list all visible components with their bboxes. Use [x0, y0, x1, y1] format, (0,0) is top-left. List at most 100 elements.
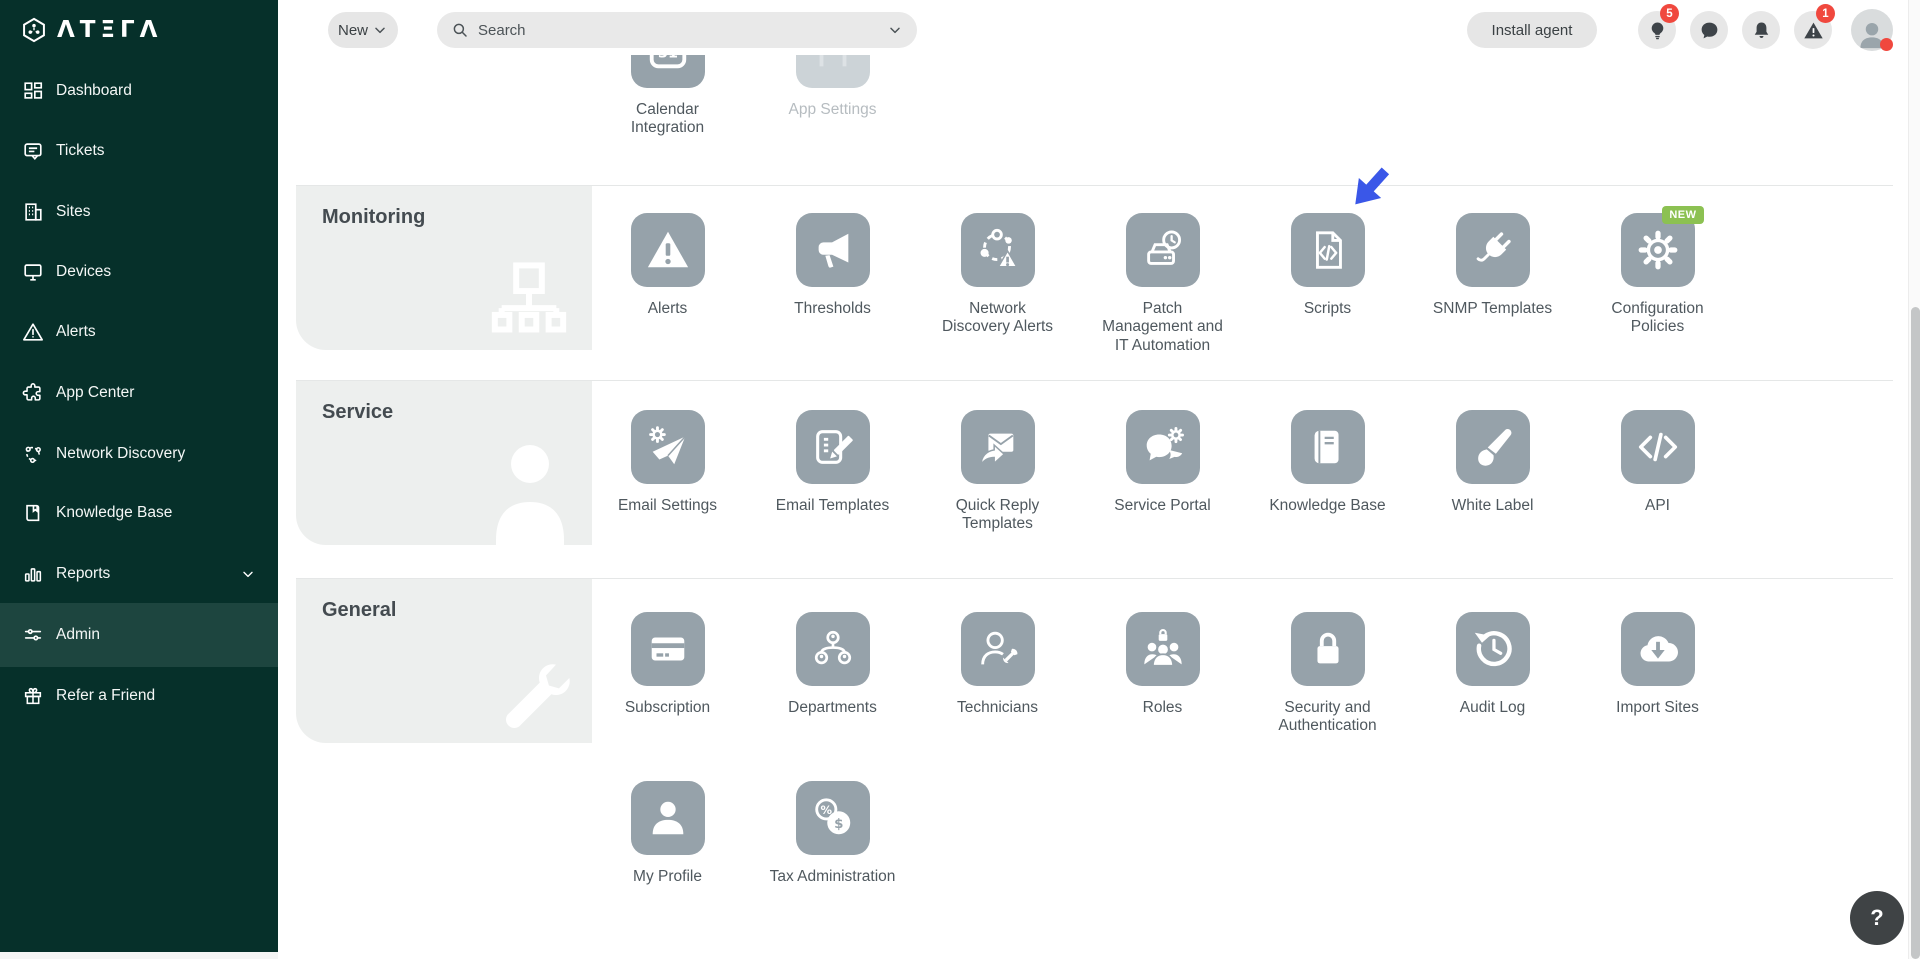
chat-gear-icon — [1140, 424, 1186, 470]
admin-tile-import-sites[interactable]: Import Sites — [1575, 612, 1740, 736]
padlock-icon — [1305, 626, 1351, 672]
sidebar-item-admin[interactable]: Admin — [0, 618, 278, 652]
admin-tile-calendar-integration[interactable]: 31 Calendar Integration — [585, 55, 750, 138]
search-bar[interactable] — [437, 12, 917, 48]
gift-icon — [22, 685, 44, 707]
general-row-2: My Profile %$ Tax Administration — [585, 781, 915, 886]
sidebar-item-knowledge-base[interactable]: Knowledge Base — [0, 496, 278, 530]
tickets-icon — [22, 140, 44, 162]
wrench-watermark-icon — [496, 658, 576, 743]
admin-tile-alerts[interactable]: Alerts — [585, 213, 750, 355]
new-button[interactable]: New — [328, 12, 398, 48]
admin-tile-email-settings[interactable]: Email Settings — [585, 410, 750, 534]
admin-tile-configuration-policies[interactable]: NEW Configuration Policies — [1575, 213, 1740, 355]
install-agent-button[interactable]: Install agent — [1467, 12, 1597, 48]
atera-logo[interactable]: ΛTΞΓΛ — [20, 16, 162, 44]
lightbulb-icon — [1647, 20, 1668, 41]
admin-tile-roles[interactable]: Roles — [1080, 612, 1245, 736]
admin-tile-network-discovery-alerts[interactable]: Network Discovery Alerts — [915, 213, 1080, 355]
app-settings-icon — [810, 55, 856, 74]
new-badge: NEW — [1662, 206, 1703, 224]
integrations-partial-row: 31 Calendar Integration App Settings — [585, 55, 915, 138]
cloud-download-icon — [1635, 626, 1681, 672]
sidebar-item-app-center[interactable]: App Center — [0, 376, 278, 410]
sites-icon — [22, 201, 44, 223]
monitoring-section-box: Monitoring — [296, 186, 592, 350]
sidebar-item-network-discovery[interactable]: Network Discovery — [0, 437, 278, 471]
vertical-scrollbar-track[interactable] — [1908, 0, 1920, 959]
code-brackets-icon — [1635, 424, 1681, 470]
admin-tile-security-authentication[interactable]: Security and Authentication — [1245, 612, 1410, 736]
sidebar-item-devices[interactable]: Devices — [0, 255, 278, 289]
admin-tile-email-templates[interactable]: Email Templates — [750, 410, 915, 534]
sidebar-item-tickets[interactable]: Tickets — [0, 134, 278, 168]
person-watermark-icon — [494, 438, 566, 545]
atera-admin-screen: ΛTΞΓΛ Dashboard Tickets Sites Devices Al… — [0, 0, 1920, 959]
chat-bubble-icon — [1699, 20, 1720, 41]
network-icon — [22, 443, 44, 465]
critical-alerts-badge: 1 — [1816, 4, 1835, 23]
sidebar-bottom-scroll-strip — [0, 952, 278, 959]
puzzle-icon — [22, 382, 44, 404]
sidebar-item-dashboard[interactable]: Dashboard — [0, 74, 278, 108]
chat-button[interactable] — [1690, 11, 1728, 49]
admin-tile-technicians[interactable]: Technicians — [915, 612, 1080, 736]
search-input[interactable] — [478, 22, 887, 39]
admin-tile-service-portal[interactable]: Service Portal — [1080, 410, 1245, 534]
bell-icon — [1751, 20, 1772, 41]
admin-tile-knowledge-base[interactable]: Knowledge Base — [1245, 410, 1410, 534]
admin-tile-thresholds[interactable]: Thresholds — [750, 213, 915, 355]
service-row: Email Settings Email Templates Quick Rep… — [585, 410, 1740, 534]
sidebar-item-sites[interactable]: Sites — [0, 195, 278, 229]
vertical-scrollbar-thumb[interactable] — [1911, 307, 1920, 959]
admin-tile-quick-reply-templates[interactable]: Quick Reply Templates — [915, 410, 1080, 534]
org-chart-icon — [810, 626, 856, 672]
credit-card-icon — [645, 626, 691, 672]
sidebar: ΛTΞΓΛ Dashboard Tickets Sites Devices Al… — [0, 0, 278, 952]
person-icon — [645, 795, 691, 841]
general-section-box: General — [296, 579, 592, 743]
devices-icon — [22, 261, 44, 283]
admin-tile-api[interactable]: API — [1575, 410, 1740, 534]
pointer-arrow-annotation — [1346, 164, 1394, 212]
chevron-down-icon — [240, 566, 256, 582]
book-icon — [22, 502, 44, 524]
chevron-down-icon — [372, 22, 388, 38]
admin-tile-scripts[interactable]: Scripts — [1245, 213, 1410, 355]
general-section-title: General — [322, 599, 396, 622]
admin-tile-departments[interactable]: Departments — [750, 612, 915, 736]
general-row-1: Subscription Departments Technicians Rol… — [585, 612, 1740, 736]
paper-plane-gear-icon — [645, 424, 691, 470]
network-alert-icon — [975, 227, 1021, 273]
megaphone-icon — [810, 227, 856, 273]
warning-triangle-icon — [1803, 20, 1824, 41]
code-document-icon — [1305, 227, 1351, 273]
monitoring-row: Alerts Thresholds Network Discovery Aler… — [585, 213, 1740, 355]
help-button[interactable]: ? — [1850, 891, 1904, 945]
plug-icon — [1470, 227, 1516, 273]
alert-triangle-icon — [645, 227, 691, 273]
envelope-reply-icon — [975, 424, 1021, 470]
sidebar-item-refer-a-friend[interactable]: Refer a Friend — [0, 679, 278, 713]
admin-tile-subscription[interactable]: Subscription — [585, 612, 750, 736]
paintbrush-icon — [1470, 424, 1516, 470]
service-section-box: Service — [296, 381, 592, 545]
topbar: New Install agent 5 1 — [278, 0, 1908, 55]
server-clock-icon — [1140, 227, 1186, 273]
sidebar-item-reports[interactable]: Reports — [0, 557, 278, 591]
ideas-badge: 5 — [1660, 4, 1679, 23]
chevron-down-icon[interactable] — [887, 22, 903, 38]
admin-tile-patch-management[interactable]: Patch Management and IT Automation — [1080, 213, 1245, 355]
history-clock-icon — [1470, 626, 1516, 672]
sidebar-item-alerts[interactable]: Alerts — [0, 315, 278, 349]
sitemap-watermark-icon — [488, 262, 570, 342]
admin-tile-snmp-templates[interactable]: SNMP Templates — [1410, 213, 1575, 355]
notifications-button[interactable] — [1742, 11, 1780, 49]
admin-tile-white-label[interactable]: White Label — [1410, 410, 1575, 534]
calendar-icon: 31 — [645, 55, 691, 74]
svg-text:$: $ — [834, 817, 843, 832]
admin-tile-audit-log[interactable]: Audit Log — [1410, 612, 1575, 736]
admin-tile-my-profile[interactable]: My Profile — [585, 781, 750, 886]
sliders-icon — [22, 624, 44, 646]
admin-tile-tax-administration[interactable]: %$ Tax Administration — [750, 781, 915, 886]
